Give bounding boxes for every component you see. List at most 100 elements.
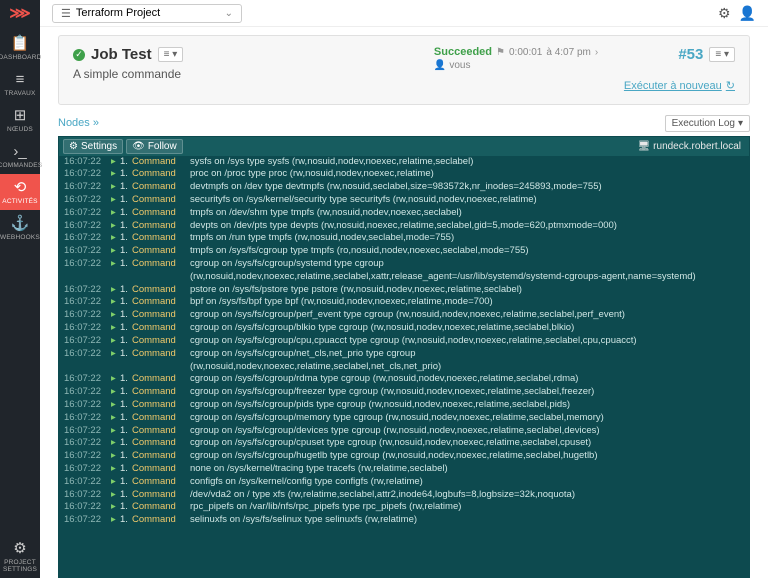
sidebar-item-project-settings[interactable]: ⚙ PROJECT SETTINGS [0,535,40,578]
log-line: 16:07:22▸1.Commandcgroup on /sys/fs/cgro… [59,335,749,348]
log-settings-button[interactable]: ⚙ Settings [63,139,123,154]
log-step: 1. [120,181,132,194]
sidebar-item-label: PROJECT SETTINGS [0,559,40,573]
log-timestamp: 16:07:22 [64,207,111,220]
sidebar-item-webhooks[interactable]: ⚓WEBHOOKS [0,210,40,246]
log-arrow-icon: ▸ [111,412,120,425]
log-step: 1. [120,514,132,527]
log-text: pstore on /sys/fs/pstore type pstore (rw… [182,284,744,297]
log-line: 16:07:22▸1.Commandtmpfs on /sys/fs/cgrou… [59,245,749,258]
log-follow-button[interactable]: 👁 Follow [126,139,183,154]
log-arrow-icon: ▸ [111,348,120,361]
log-arrow-icon: ▸ [111,258,120,271]
log-timestamp: 16:07:22 [64,309,111,322]
execution-log-selector[interactable]: Execution Log ▾ [665,115,750,132]
log-timestamp: 16:07:22 [64,220,111,233]
commandes-icon: ›_ [13,144,26,159]
log-command-label: Command [132,514,182,527]
sidebar-item-activites[interactable]: ⟲ACTIVITÉS [0,174,40,210]
sidebar-item-dashboard[interactable]: 📋DASHBOARD [0,30,40,66]
project-selector[interactable]: ☰ Terraform Project ⌄ [52,4,242,23]
duration-text: 0:00:01 [509,47,542,58]
time-text: à 4:07 pm [546,47,590,58]
log-line: 16:07:22▸1.Commanddevpts on /dev/pts typ… [59,220,749,233]
dashboard-icon: 📋 [11,36,30,51]
execution-id: #53 [678,46,703,63]
log-timestamp: 16:07:22 [64,425,111,438]
log-arrow-icon: ▸ [111,207,120,220]
sidebar: ⋙ 📋DASHBOARD≡TRAVAUX⊞NŒUDS ›_ COMMANDES ⟲AC… [0,0,40,578]
log-text: cgroup on /sys/fs/cgroup/net_cls,net_pri… [182,348,744,361]
app-logo: ⋙ [9,4,30,22]
log-command-label: Command [132,245,182,258]
job-actions-button[interactable]: ≡ ▾ [158,47,184,62]
user-icon[interactable]: 👤 [739,5,756,22]
log-body[interactable]: 16:07:22▸1.Commandsysfs on /sys type sys… [59,156,749,578]
log-line: 16:07:22▸1.Commandcgroup on /sys/fs/cgro… [59,386,749,399]
log-command-label: Command [132,386,182,399]
settings-icon[interactable]: ⚙ [718,5,731,22]
log-command-label: Command [132,425,182,438]
log-step: 1. [120,476,132,489]
log-step: 1. [120,489,132,502]
log-step: 1. [120,373,132,386]
log-line: 16:07:22▸1.Commandtmpfs on /run type tmp… [59,232,749,245]
log-arrow-icon: ▸ [111,463,120,476]
log-arrow-icon: ▸ [111,399,120,412]
log-step: 1. [120,284,132,297]
log-line: 16:07:22▸1.Commandcgroup on /sys/fs/cgro… [59,258,749,271]
log-command-label: Command [132,194,182,207]
job-title: Job Test [91,46,152,63]
log-step: 1. [120,399,132,412]
log-timestamp: 16:07:22 [64,399,111,412]
log-command-label: Command [132,501,182,514]
log-text: devpts on /dev/pts type devpts (rw,nosui… [182,220,744,233]
gear-icon: ⚙ [13,541,26,556]
log-text: cgroup on /sys/fs/cgroup/devices type cg… [182,425,744,438]
log-text: cgroup on /sys/fs/cgroup/rdma type cgrou… [182,373,744,386]
log-timestamp: 16:07:22 [64,373,111,386]
log-line: 16:07:22▸1.Commandcgroup on /sys/fs/cgro… [59,425,749,438]
log-text: configfs on /sys/kernel/config type conf… [182,476,744,489]
sidebar-item-travaux[interactable]: ≡TRAVAUX [0,66,40,102]
log-line: 16:07:22▸1.Commandtmpfs on /dev/shm type… [59,207,749,220]
execution-actions-button[interactable]: ≡ ▾ [709,47,735,62]
log-timestamp: 16:07:22 [64,284,111,297]
log-text: cgroup on /sys/fs/cgroup/cpu,cpuacct typ… [182,335,744,348]
log-arrow-icon: ▸ [111,437,120,450]
log-step: 1. [120,258,132,271]
log-command-label: Command [132,373,182,386]
log-line: 16:07:22▸1.Commandcgroup on /sys/fs/cgro… [59,373,749,386]
log-line: 16:07:22▸1.Commandbpf on /sys/fs/bpf typ… [59,296,749,309]
log-command-label: Command [132,284,182,297]
chevron-down-icon: ⌄ [225,8,233,19]
log-text: bpf on /sys/fs/bpf type bpf (rw,nosuid,n… [182,296,744,309]
log-timestamp: 16:07:22 [64,463,111,476]
log-command-label: Command [132,232,182,245]
log-arrow-icon: ▸ [111,514,120,527]
run-again-link[interactable]: Exécuter à nouveau ↻ [624,79,735,92]
log-timestamp: 16:07:22 [64,450,111,463]
log-text: /dev/vda2 on / type xfs (rw,relatime,sec… [182,489,744,502]
log-timestamp: 16:07:22 [64,322,111,335]
log-step: 1. [120,425,132,438]
log-command-label: Command [132,296,182,309]
flag-icon: ⚑ [496,47,505,58]
topbar: ☰ Terraform Project ⌄ ⚙ 👤 [40,0,768,27]
log-text: proc on /proc type proc (rw,nosuid,nodev… [182,168,744,181]
log-step: 1. [120,348,132,361]
sidebar-item-commandes[interactable]: ›_ COMMANDES [0,138,40,174]
status-badge: Succeeded [434,46,492,58]
log-command-label: Command [132,335,182,348]
log-line: 16:07:22▸1.Commandselinuxfs on /sys/fs/s… [59,514,749,527]
log-command-label: Command [132,489,182,502]
log-timestamp: 16:07:22 [64,232,111,245]
sidebar-item-label: COMMANDES [0,162,42,169]
log-step: 1. [120,501,132,514]
log-arrow-icon: ▸ [111,220,120,233]
log-text: none on /sys/kernel/tracing type tracefs… [182,463,744,476]
log-text: securityfs on /sys/kernel/security type … [182,194,744,207]
log-line: 16:07:22▸1.Commandproc on /proc type pro… [59,168,749,181]
sidebar-item-noeuds[interactable]: ⊞NŒUDS [0,102,40,138]
nodes-link[interactable]: Nodes » [58,117,99,129]
